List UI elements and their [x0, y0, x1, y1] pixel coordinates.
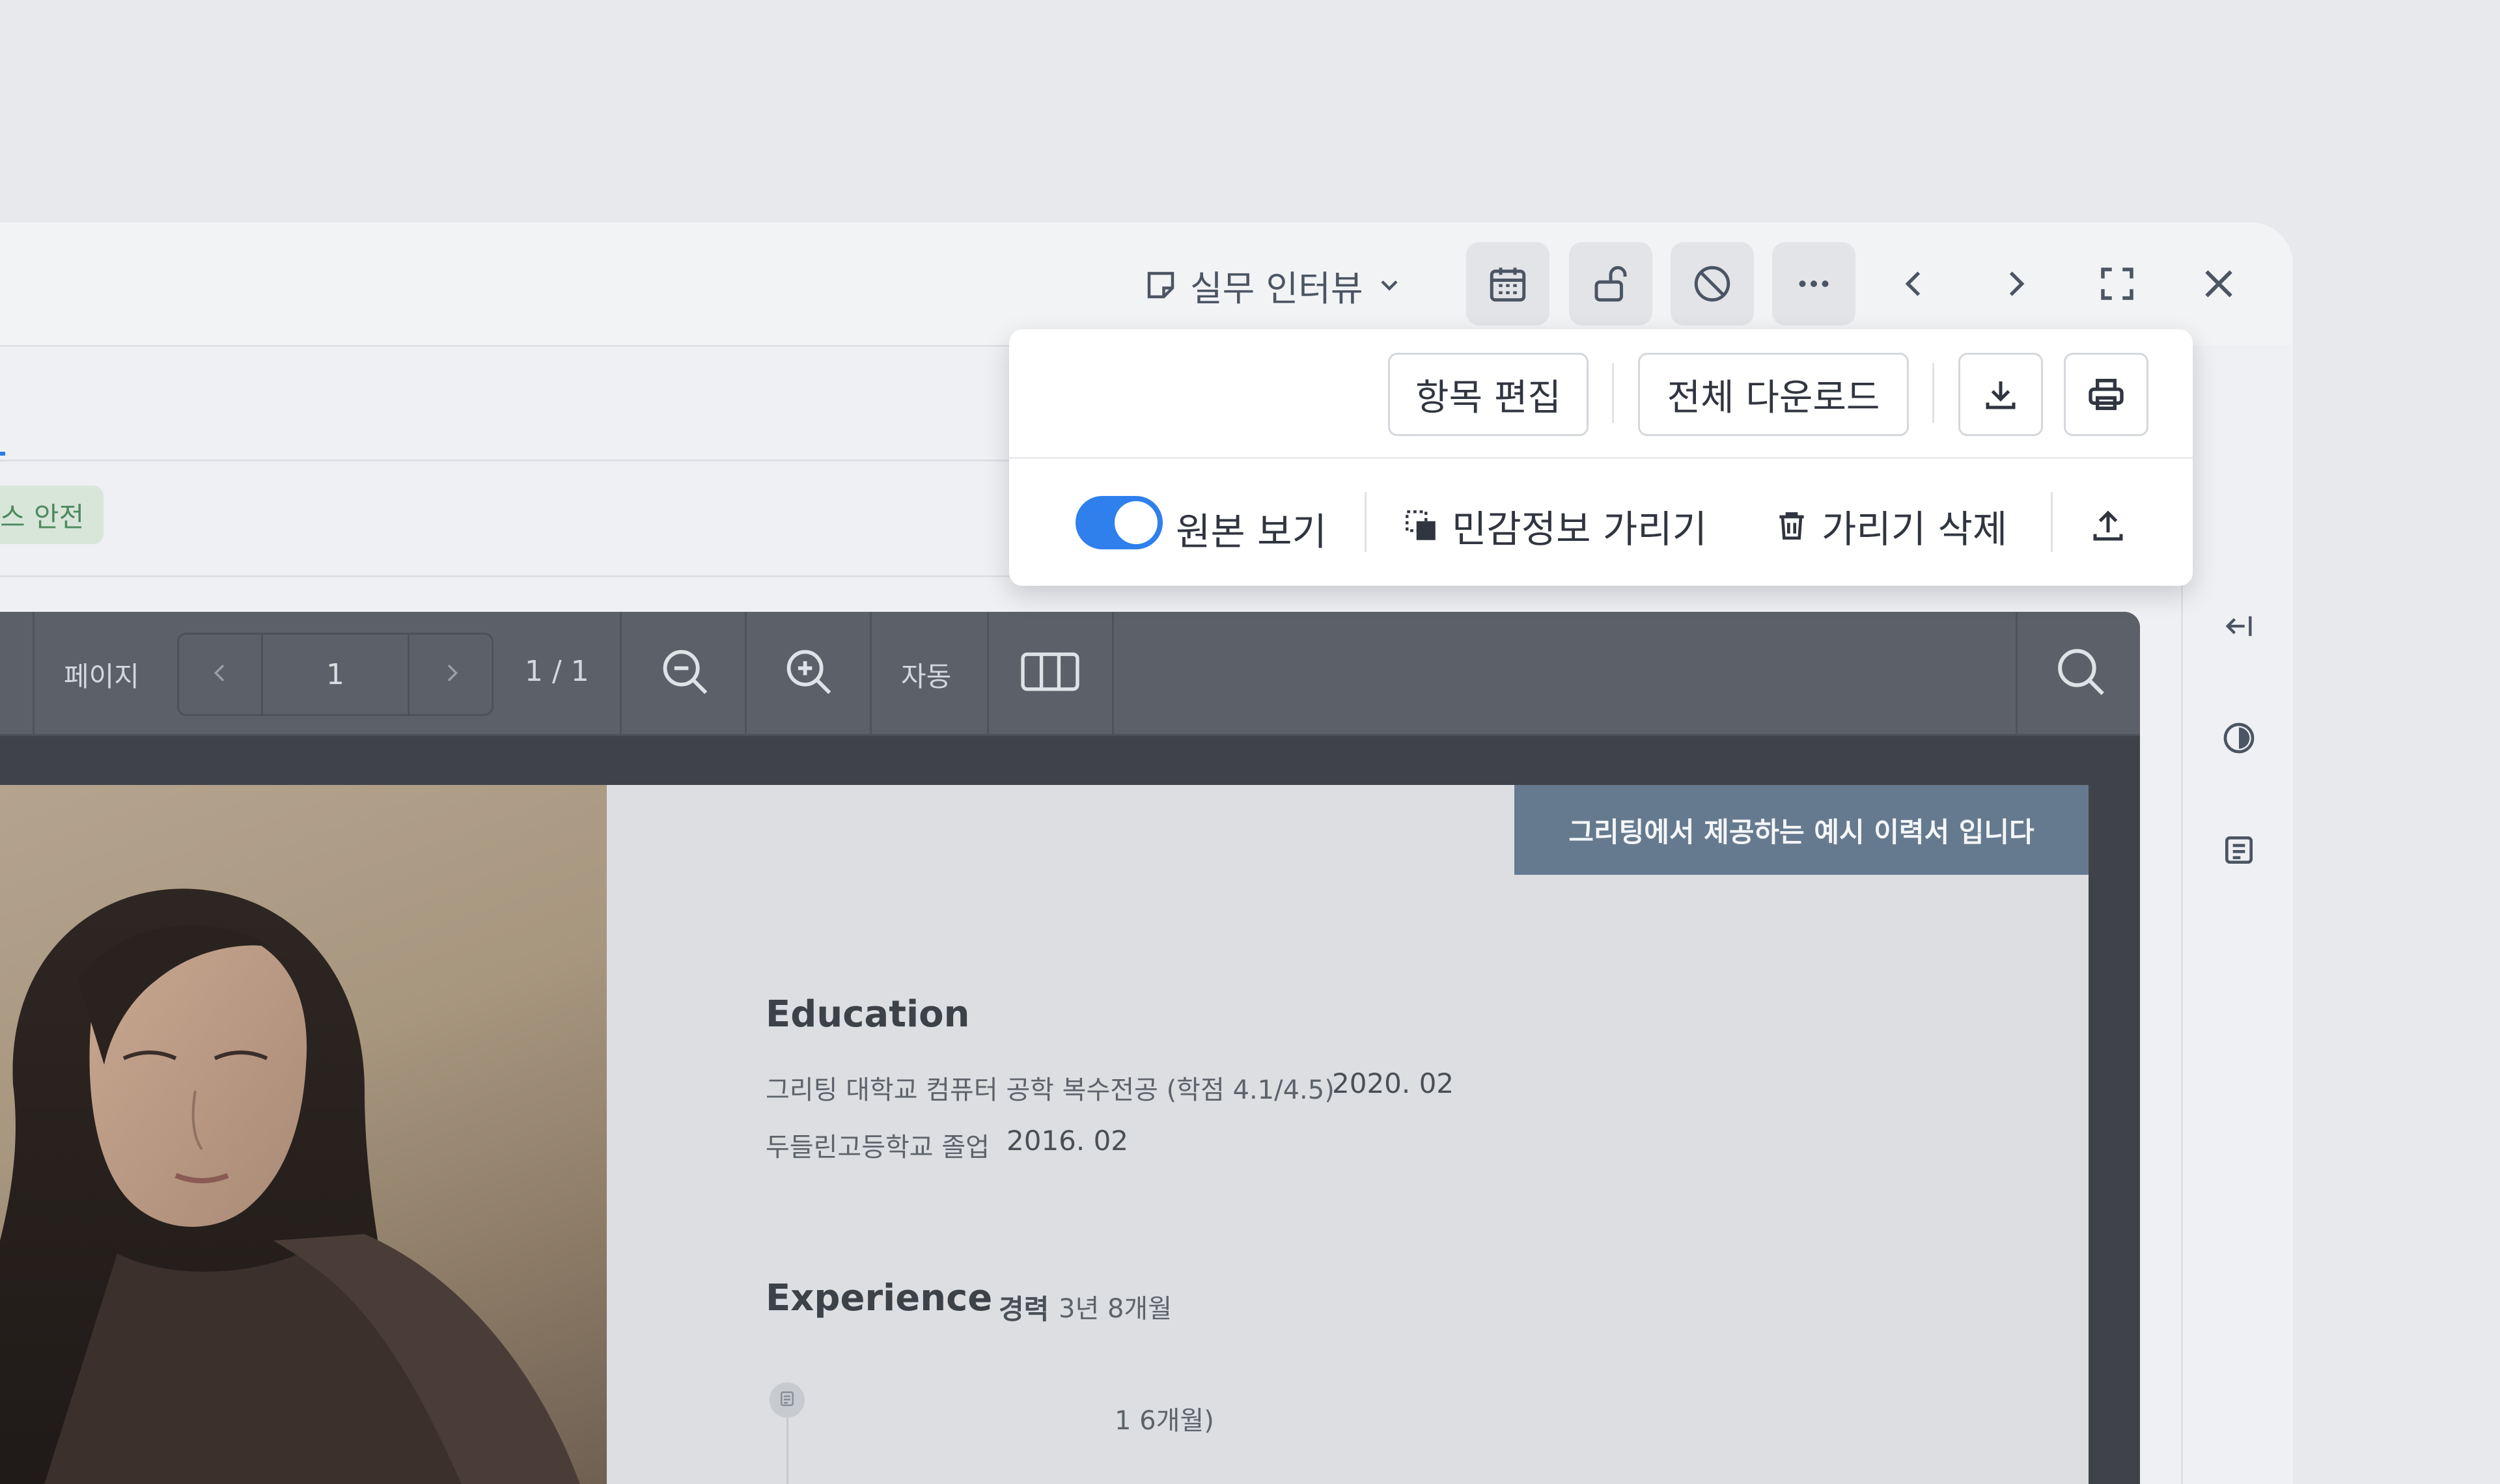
search-button[interactable]: [2021, 631, 2140, 715]
popover-section-divider: [1009, 457, 2193, 459]
pdf-viewer: 페이지 1 1 / 1 자동 그리팅에서 제공하는 예시 이력서 입니다 Edu…: [0, 612, 2140, 1484]
popover-divider: [1932, 363, 1934, 423]
upload-icon: [2089, 506, 2128, 545]
page-number-input[interactable]: 1: [263, 635, 408, 714]
upload-button[interactable]: [2077, 492, 2139, 560]
document-icon: [777, 1389, 797, 1411]
chevron-right-icon: [439, 660, 465, 689]
sample-resume-banner: 그리팅에서 제공하는 예시 이력서 입니다: [1514, 785, 2089, 875]
more-icon: [1794, 264, 1833, 303]
memo-icon: [1143, 268, 1178, 303]
experience-partial-text: 1 6개월): [1115, 1406, 1214, 1436]
fullscreen-button[interactable]: [2076, 242, 2159, 325]
timeline-line: [786, 1418, 788, 1484]
chevron-down-icon: [1375, 271, 1404, 299]
timeline-node: [770, 1382, 805, 1418]
zoom-out-button[interactable]: [625, 631, 745, 715]
original-view-label: 원본 보기: [1176, 510, 1327, 554]
experience-label: 경력: [999, 1293, 1049, 1325]
calendar-icon: [1486, 262, 1529, 305]
stage-selector[interactable]: 실무 인터뷰: [1143, 258, 1404, 312]
mask-sensitive-label: 민감정보 가리기: [1452, 507, 1707, 551]
lock-toggle-button[interactable]: [1569, 242, 1652, 325]
tag-label: 스 안전: [0, 501, 85, 533]
education-item-date: 2020. 02: [1332, 1067, 1454, 1099]
schedule-button[interactable]: [1466, 242, 1549, 325]
right-rail: [2181, 345, 2293, 1484]
popover-divider: [1365, 492, 1367, 552]
profile-photo: [0, 785, 607, 1484]
unlock-icon: [1589, 262, 1632, 305]
popover-divider: [1612, 363, 1614, 423]
zoom-in-button[interactable]: [749, 631, 868, 715]
previous-candidate-button[interactable]: [1872, 242, 1956, 325]
toolbar-divider: [33, 612, 35, 734]
close-icon: [2198, 263, 2240, 305]
reject-button[interactable]: [1671, 242, 1754, 325]
toolbar-divider: [620, 612, 622, 734]
toolbar-divider: [1112, 612, 1114, 734]
trash-icon: [1773, 508, 1810, 544]
mask-icon: [1402, 507, 1440, 545]
stage-title: 실무 인터뷰: [1190, 268, 1363, 309]
original-view-toggle[interactable]: [1076, 496, 1163, 549]
education-item-date: 2016. 02: [1007, 1125, 1129, 1157]
evaluation-button[interactable]: [2221, 721, 2257, 758]
zoom-in-icon: [781, 644, 837, 702]
search-icon: [2051, 642, 2110, 704]
download-icon: [1981, 375, 2020, 414]
page-count: 1 / 1: [525, 655, 589, 688]
experience-duration: 3년 8개월: [1059, 1294, 1173, 1324]
page-layout-button[interactable]: [990, 631, 1111, 715]
next-page-button[interactable]: [408, 635, 493, 714]
fullscreen-icon: [2096, 262, 2139, 305]
mask-sensitive-button[interactable]: 민감정보 가리기: [1402, 492, 1707, 560]
window-header: 실무 인터뷰: [0, 223, 2293, 347]
block-icon: [1691, 262, 1734, 305]
print-button[interactable]: [2064, 353, 2148, 436]
collapse-panel-button[interactable]: [2221, 609, 2257, 646]
more-button[interactable]: [1772, 242, 1855, 325]
delete-mask-button[interactable]: 가리기 삭제: [1773, 492, 2007, 560]
app-frame: 실무 인터뷰 스 안전 페이지 1 1 / 1 자동 그리팅에서 제공하는 예시…: [0, 0, 2500, 1484]
document-actions-popover: 항목 편집 전체 다운로드 원본 보기 민감정보 가리기 가리기 삭제: [1009, 329, 2193, 586]
education-heading: Education: [766, 993, 970, 1036]
chevron-left-icon: [1895, 265, 1933, 303]
close-button[interactable]: [2177, 242, 2260, 325]
education-item-name: 두들린고등학교 졸업: [766, 1133, 990, 1162]
next-candidate-button[interactable]: [1974, 242, 2057, 325]
notes-button[interactable]: [2221, 833, 2257, 870]
delete-mask-label: 가리기 삭제: [1822, 507, 2008, 551]
print-icon: [2085, 374, 2127, 415]
arrow-left-bar-icon: [2222, 609, 2256, 646]
toolbar-divider: [2016, 612, 2018, 734]
resume-page: 그리팅에서 제공하는 예시 이력서 입니다 Education 그리팅 대학교 …: [0, 785, 2089, 1484]
page-navigator: 1: [177, 633, 493, 716]
download-button[interactable]: [1958, 353, 2043, 436]
columns-icon: [1020, 649, 1081, 697]
tag-chip[interactable]: 스 안전: [0, 486, 104, 544]
half-circle-icon: [2221, 720, 2257, 759]
zoom-out-icon: [657, 644, 713, 702]
page-label: 페이지: [64, 661, 139, 693]
education-item-name: 그리팅 대학교 컴퓨터 공학 복수전공 (학점 4.1/4.5): [766, 1075, 1335, 1105]
experience-heading: Experience: [766, 1277, 993, 1319]
toolbar-divider: [987, 612, 989, 734]
toolbar-divider: [870, 612, 872, 734]
download-all-button[interactable]: 전체 다운로드: [1638, 353, 1909, 436]
toolbar-divider: [745, 612, 747, 734]
chevron-right-icon: [1997, 265, 2035, 303]
active-tab-indicator: [0, 452, 5, 456]
zoom-mode-select[interactable]: 자동: [901, 655, 951, 694]
viewer-toolbar: 페이지 1 1 / 1 자동: [0, 612, 2140, 736]
edit-items-button[interactable]: 항목 편집: [1388, 353, 1589, 436]
chevron-left-icon: [207, 660, 233, 689]
previous-page-button[interactable]: [179, 635, 263, 714]
toggle-knob: [1115, 501, 1158, 544]
document-lines-icon: [2221, 832, 2257, 871]
popover-divider: [2051, 492, 2053, 552]
